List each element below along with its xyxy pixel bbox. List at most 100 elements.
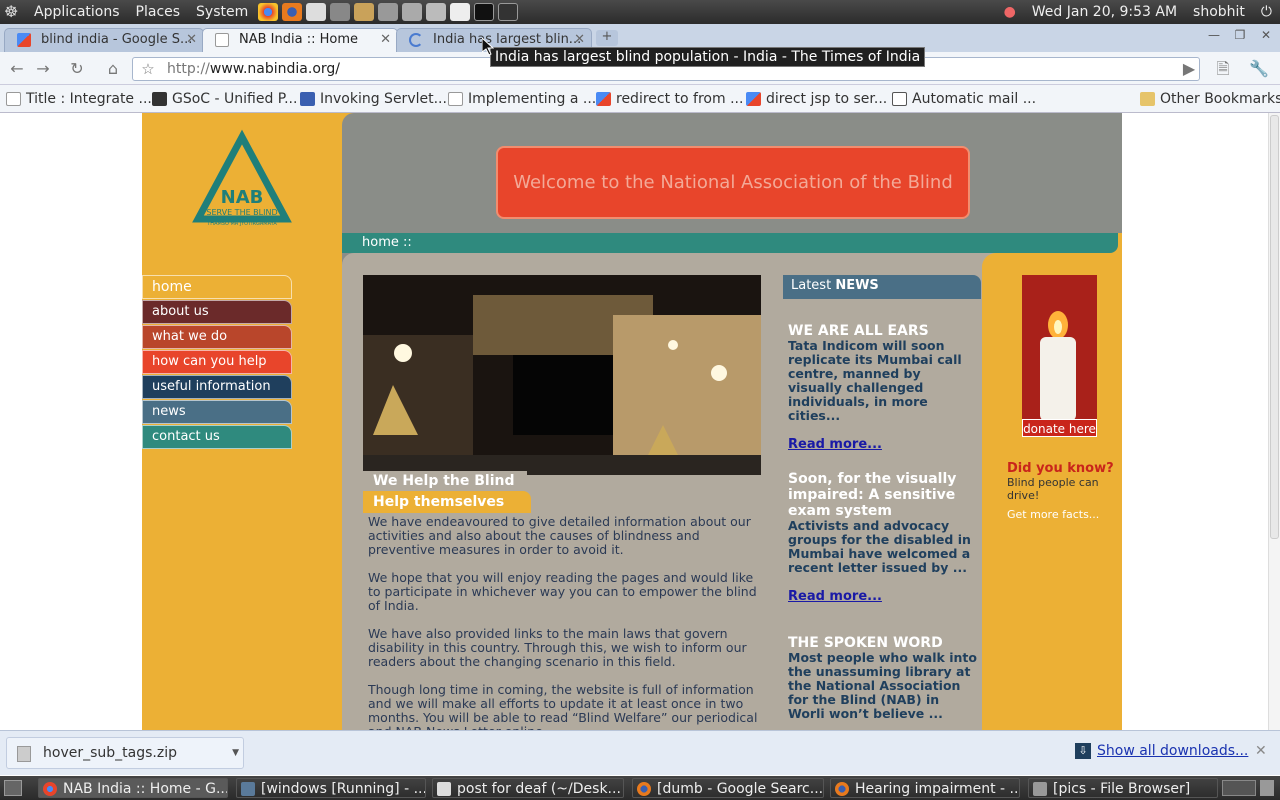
tab-nab-home[interactable]: NAB India :: Home ✕: [202, 28, 398, 52]
page-icon: [6, 92, 21, 106]
bookmark-label: redirect to from ...: [616, 91, 744, 107]
go-icon[interactable]: ▶: [1178, 58, 1200, 80]
candle-image[interactable]: [1022, 275, 1097, 423]
show-all-downloads-link[interactable]: Show all downloads...: [1097, 743, 1248, 759]
wrench-icon[interactable]: 🔧: [1248, 58, 1270, 80]
task-dumb-search[interactable]: [dumb - Google Searc...: [632, 778, 824, 798]
web-page: NAB SERVE THE BLIND THAMSO MA JYOTIRGAMA…: [0, 113, 1268, 730]
donate-button[interactable]: donate here: [1022, 419, 1097, 437]
nab-logo-icon: NAB SERVE THE BLIND THAMSO MA JYOTIRGAMA…: [192, 129, 292, 227]
download-item[interactable]: hover_sub_tags.zip ▼: [6, 737, 244, 769]
terminal-launcher-icon[interactable]: [474, 3, 495, 21]
bookmark-item[interactable]: Title : Integrate ...: [6, 89, 152, 109]
firefox-icon: [835, 782, 849, 796]
top-panel: ☸ Applications Places System ● Wed Jan 2…: [0, 0, 1280, 24]
system-menu[interactable]: System: [188, 0, 256, 24]
close-shelf-icon[interactable]: ✕: [1255, 743, 1267, 759]
nav-label: how can you help: [152, 354, 267, 369]
logo-text: NAB: [221, 187, 264, 208]
document-launcher-icon[interactable]: [450, 3, 471, 21]
close-tab-icon[interactable]: ✕: [186, 29, 197, 51]
more-facts-link[interactable]: Get more facts...: [1007, 508, 1119, 521]
task-nab-home[interactable]: NAB India :: Home - G...: [38, 778, 228, 798]
task-label: Hearing impairment - ...: [855, 781, 1020, 797]
workspace-switcher[interactable]: [1222, 780, 1256, 796]
url-scheme: http://: [167, 61, 210, 77]
other-bookmarks[interactable]: Other Bookmarks: [1140, 89, 1280, 109]
editor-icon: [437, 782, 451, 796]
network-icon[interactable]: ●: [996, 4, 1024, 20]
firefox-icon: [637, 782, 651, 796]
nav-what-we-do[interactable]: what we do: [142, 325, 292, 349]
show-desktop-icon[interactable]: [4, 780, 22, 796]
nav-news[interactable]: news: [142, 400, 292, 424]
forward-icon[interactable]: →: [32, 58, 54, 80]
places-menu[interactable]: Places: [128, 0, 189, 24]
task-file-browser[interactable]: [pics - File Browser]: [1028, 778, 1218, 798]
bookmark-item[interactable]: redirect to from ...: [596, 89, 743, 109]
page-scrollbar[interactable]: [1268, 113, 1280, 730]
chrome-launcher-icon[interactable]: [258, 3, 279, 21]
home-icon[interactable]: ⌂: [102, 58, 124, 80]
read-more-link[interactable]: Read more...: [788, 437, 882, 452]
nav-label: news: [152, 404, 186, 419]
news-body: Tata Indicom will soon replicate its Mum…: [788, 338, 962, 423]
nav-about-us[interactable]: about us: [142, 300, 292, 324]
task-post-for-deaf[interactable]: post for deaf (~/Desk...: [432, 778, 624, 798]
bookmark-label: Automatic mail ...: [912, 91, 1037, 107]
page-favicon-icon: [215, 33, 229, 47]
gnome-foot-icon[interactable]: ☸: [4, 2, 26, 22]
installer-launcher-icon[interactable]: [402, 3, 423, 21]
nav-home[interactable]: home: [142, 275, 292, 299]
news-title: THE SPOKEN WORD: [788, 635, 943, 651]
bookmark-item[interactable]: direct jsp to ser...: [746, 89, 887, 109]
task-label: post for deaf (~/Desk...: [457, 781, 621, 797]
firefox-launcher-icon[interactable]: [282, 3, 303, 21]
applications-menu[interactable]: Applications: [26, 0, 128, 24]
task-label: NAB India :: Home - G...: [63, 781, 228, 797]
new-tab-button[interactable]: +: [596, 30, 618, 46]
cube-launcher-icon[interactable]: [378, 3, 399, 21]
gsoc-icon: [152, 92, 167, 106]
bookmark-item[interactable]: Invoking Servlet...: [300, 89, 447, 109]
google-icon: [746, 92, 761, 106]
trash-icon[interactable]: [1260, 780, 1274, 796]
mail-launcher-icon[interactable]: [426, 3, 447, 21]
bookmark-item[interactable]: Implementing a ...: [448, 89, 596, 109]
close-tab-icon[interactable]: ✕: [380, 29, 391, 51]
nav-label: useful information: [152, 379, 271, 394]
task-label: [dumb - Google Searc...: [657, 781, 824, 797]
maximize-icon[interactable]: ❐: [1230, 28, 1250, 44]
editor-launcher-icon[interactable]: [306, 3, 327, 21]
logo[interactable]: NAB SERVE THE BLIND THAMSO MA JYOTIRGAMA…: [142, 113, 342, 273]
back-icon[interactable]: ←: [6, 58, 28, 80]
task-hearing-impairment[interactable]: Hearing impairment - ...: [830, 778, 1020, 798]
tab-title: India has largest blin...: [433, 32, 582, 47]
page-menu-icon[interactable]: 🗎: [1212, 58, 1234, 80]
tab-google[interactable]: blind india - Google S... ✕: [4, 28, 204, 52]
nav-how-can-you-help[interactable]: how can you help: [142, 350, 292, 374]
bookmark-star-icon[interactable]: ☆: [137, 58, 159, 80]
nav-contact-us[interactable]: contact us: [142, 425, 292, 449]
bookmark-item[interactable]: Automatic mail ...: [892, 89, 1036, 109]
read-more-link[interactable]: Read more...: [788, 589, 882, 604]
user-menu[interactable]: shobhit: [1185, 4, 1253, 20]
task-windows[interactable]: [windows [Running] - ...: [236, 778, 426, 798]
workspace-launcher-icon[interactable]: [498, 3, 519, 21]
chevron-down-icon[interactable]: ▼: [232, 738, 239, 768]
breadcrumb[interactable]: home ::: [342, 233, 1118, 253]
power-icon[interactable]: ⏻: [1253, 4, 1280, 20]
bookmark-item[interactable]: GSoC - Unified P...: [152, 89, 297, 109]
file-icon: [17, 746, 31, 762]
clock[interactable]: Wed Jan 20, 9:53 AM: [1024, 4, 1185, 20]
launcher-icon[interactable]: [330, 3, 351, 21]
tools-launcher-icon[interactable]: [354, 3, 375, 21]
close-window-icon[interactable]: ✕: [1256, 28, 1276, 44]
reload-icon[interactable]: ↻: [66, 58, 88, 80]
subheading-help-themselves: Help themselves: [363, 491, 531, 513]
scrollbar-thumb[interactable]: [1270, 115, 1279, 539]
google-favicon-icon: [17, 33, 31, 47]
nav-useful-information[interactable]: useful information: [142, 375, 292, 399]
bookmark-label: GSoC - Unified P...: [172, 91, 298, 107]
minimize-icon[interactable]: —: [1204, 28, 1224, 44]
